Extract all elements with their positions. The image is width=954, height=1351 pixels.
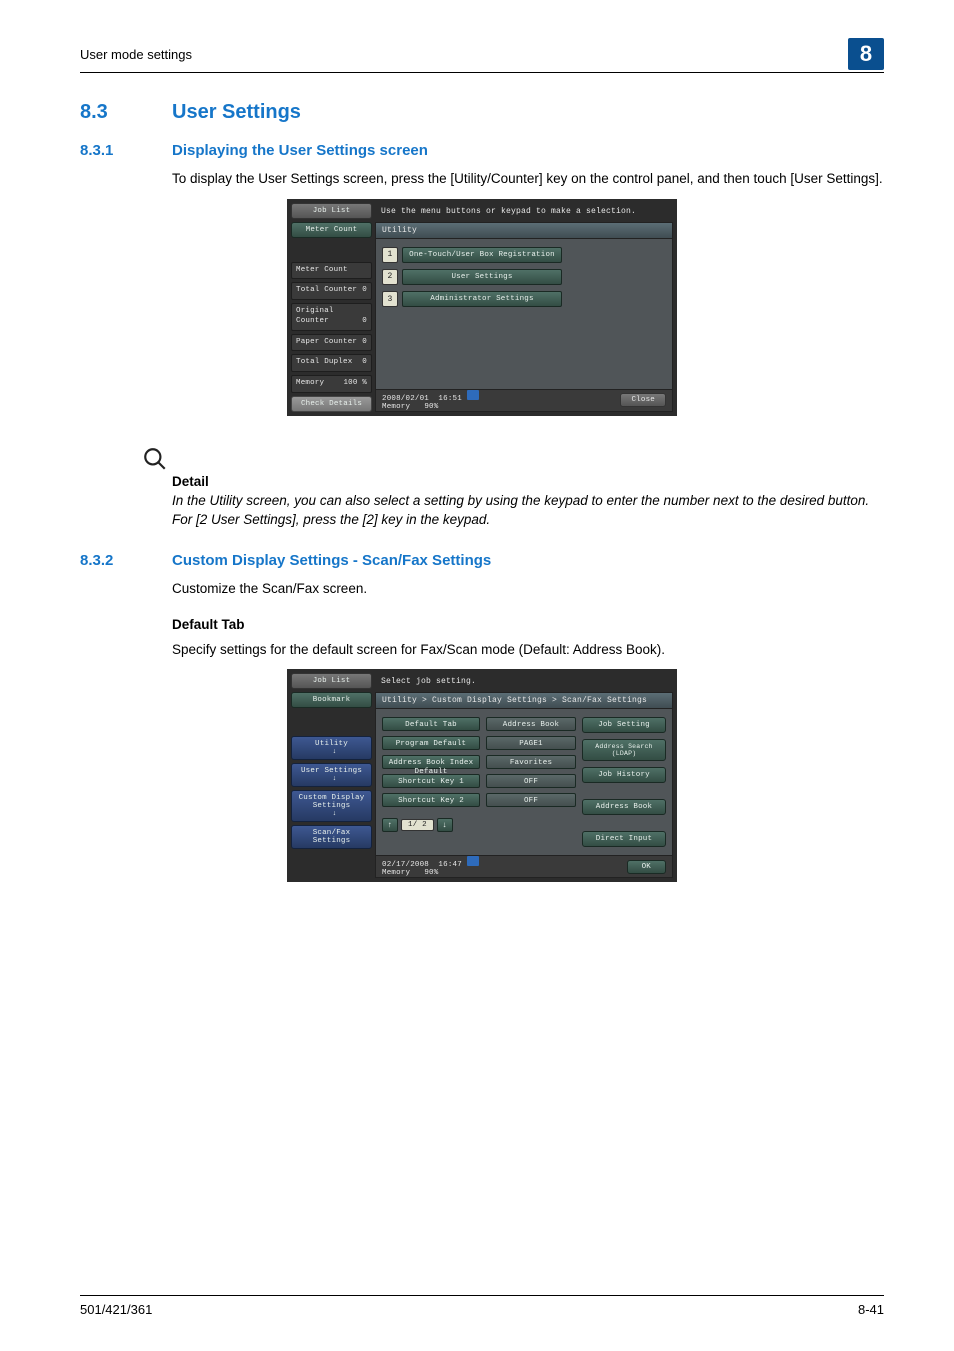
status-mem-value: 90% <box>424 869 438 877</box>
value-program-default: PAGE1 <box>486 736 576 750</box>
setting-shortcut-1[interactable]: Shortcut Key 1 <box>382 774 480 788</box>
instruction-text: Use the menu buttons or keypad to make a… <box>375 203 673 222</box>
pager-label: 1/ 2 <box>401 819 434 831</box>
utility-screenshot: Job List Meter Count Meter Count Total C… <box>287 199 677 416</box>
status-mem-value: 90% <box>424 403 438 411</box>
value-shortcut-2: OFF <box>486 793 576 807</box>
section-heading-8-3-2: 8.3.2 Custom Display Settings - Scan/Fax… <box>80 552 884 569</box>
total-duplex-stat: Total Duplex0 <box>291 354 372 372</box>
ok-button[interactable]: OK <box>627 860 666 874</box>
note-title: Detail <box>172 474 884 489</box>
status-bar: 2008/02/01 16:51 Memory 90% Close <box>375 390 673 412</box>
menu-button-registration[interactable]: One-Touch/User Box Registration <box>402 247 562 263</box>
paragraph-default-tab: Specify settings for the default screen … <box>172 640 884 660</box>
job-setting-button[interactable]: Job Setting <box>582 717 666 733</box>
page-footer: 501/421/361 8-41 <box>80 1295 884 1317</box>
status-mem-label: Memory <box>382 869 410 877</box>
job-list-tab[interactable]: Job List <box>291 673 372 689</box>
instruction-text: Select job setting. <box>375 673 673 692</box>
meter-count-button[interactable]: Meter Count <box>291 222 372 238</box>
panel-title-utility: Utility <box>375 222 673 239</box>
section-heading-8-3-1: 8.3.1 Displaying the User Settings scree… <box>80 142 884 159</box>
status-date: 02/17/2008 <box>382 861 429 869</box>
header-breadcrumb: User mode settings <box>80 47 192 62</box>
crumb-scanfax[interactable]: Scan/Fax Settings <box>291 825 372 849</box>
crumb-custom-display[interactable]: Custom Display Settings↓ <box>291 790 372 822</box>
paragraph-8-3-2: Customize the Scan/Fax screen. <box>172 579 884 599</box>
status-mem-label: Memory <box>382 403 410 411</box>
setting-shortcut-2[interactable]: Shortcut Key 2 <box>382 793 480 807</box>
status-time: 16:51 <box>438 395 462 403</box>
h2-number: 8.3.2 <box>80 552 172 569</box>
total-counter-stat: Total Counter0 <box>291 282 372 300</box>
check-details-button[interactable]: Check Details <box>291 396 372 412</box>
note-body: In the Utility screen, you can also sele… <box>172 491 884 530</box>
menu-button-admin-settings[interactable]: Administrator Settings <box>402 291 562 307</box>
menu-number: 2 <box>382 269 398 285</box>
status-time: 16:47 <box>438 861 462 869</box>
menu-button-user-settings[interactable]: User Settings <box>402 269 562 285</box>
chapter-badge: 8 <box>848 38 884 70</box>
h2-title: Displaying the User Settings screen <box>172 142 428 159</box>
value-shortcut-1: OFF <box>486 774 576 788</box>
close-button[interactable]: Close <box>620 393 666 407</box>
status-bar: 02/17/2008 16:47 Memory 90% OK <box>375 856 673 878</box>
crumb-utility[interactable]: Utility↓ <box>291 736 372 760</box>
address-search-button[interactable]: Address Search (LDAP) <box>582 739 666 761</box>
footer-model: 501/421/361 <box>80 1302 152 1317</box>
section-heading-8-3: 8.3 User Settings <box>80 101 884 124</box>
bookmark-button[interactable]: Bookmark <box>291 692 372 708</box>
paper-counter-stat: Paper Counter0 <box>291 334 372 352</box>
status-date: 2008/02/01 <box>382 395 429 403</box>
subheading-default-tab: Default Tab <box>172 617 884 632</box>
address-book-button[interactable]: Address Book <box>582 799 666 815</box>
job-list-tab[interactable]: Job List <box>291 203 372 219</box>
detail-note: Detail In the Utility screen, you can al… <box>172 446 884 530</box>
pager-up-button[interactable]: ↑ <box>382 818 398 832</box>
setting-addr-book-index[interactable]: Address Book Index Default <box>382 755 480 769</box>
status-icon <box>467 390 479 400</box>
h1-number: 8.3 <box>80 101 172 124</box>
page-header: User mode settings 8 <box>80 38 884 73</box>
menu-number: 3 <box>382 291 398 307</box>
crumb-user-settings[interactable]: User Settings↓ <box>291 763 372 787</box>
h2-number: 8.3.1 <box>80 142 172 159</box>
job-history-button[interactable]: Job History <box>582 767 666 783</box>
h1-title: User Settings <box>172 101 301 124</box>
setting-default-tab[interactable]: Default Tab <box>382 717 480 731</box>
breadcrumb-title: Utility > Custom Display Settings > Scan… <box>375 692 673 709</box>
direct-input-button[interactable]: Direct Input <box>582 831 666 847</box>
memory-stat: Memory100 % <box>291 375 372 393</box>
paragraph-8-3-1: To display the User Settings screen, pre… <box>172 169 884 189</box>
setting-program-default[interactable]: Program Default <box>382 736 480 750</box>
original-counter-stat: Original Counter0 <box>291 303 372 331</box>
menu-item-3[interactable]: 3 Administrator Settings <box>382 291 666 307</box>
footer-page-number: 8-41 <box>858 1302 884 1317</box>
menu-number: 1 <box>382 247 398 263</box>
menu-item-2[interactable]: 2 User Settings <box>382 269 666 285</box>
menu-item-1[interactable]: 1 One-Touch/User Box Registration <box>382 247 666 263</box>
pager-down-button[interactable]: ↓ <box>437 818 453 832</box>
h2-title: Custom Display Settings - Scan/Fax Setti… <box>172 552 491 569</box>
meter-count-stat: Meter Count <box>291 262 372 280</box>
value-default-tab: Address Book <box>486 717 576 731</box>
status-icon <box>467 856 479 866</box>
scanfax-settings-screenshot: Job List Bookmark Utility↓ User Settings… <box>287 669 677 882</box>
value-addr-book-index: Favorites <box>486 755 576 769</box>
